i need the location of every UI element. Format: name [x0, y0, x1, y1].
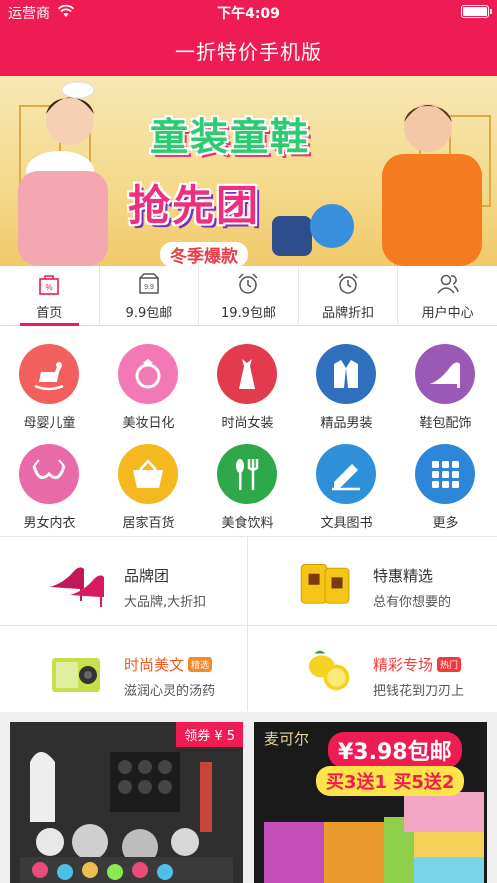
banner-illustration [18, 81, 491, 266]
tab-19-9-free-shipping[interactable]: 19.9包邮 [199, 266, 299, 326]
promo-title: 时尚美文 精选 [124, 654, 213, 675]
svg-text:9.9: 9.9 [144, 284, 154, 291]
category-mens-fashion[interactable]: 精品男装 [297, 330, 396, 431]
alarm-clock-icon [238, 273, 259, 294]
promo-tag: 精选 [188, 657, 213, 672]
category-icon-bg [415, 444, 475, 504]
svg-text:%: % [46, 283, 53, 292]
category-food-drinks[interactable]: 美食饮料 [198, 430, 297, 531]
category-underwear[interactable]: 男女内衣 [0, 430, 99, 531]
category-icon-bg [19, 344, 79, 404]
category-icon-bg [217, 444, 277, 504]
tab-label: 19.9包邮 [221, 306, 276, 321]
app-header: 运营商 下午4:09 一折特价手机版 [0, 0, 497, 76]
battery-icon [461, 5, 492, 18]
category-label: 更多 [432, 516, 459, 531]
suit-icon [334, 360, 358, 388]
category-shoes-bags[interactable]: 鞋包配饰 [396, 330, 495, 431]
lemon-image [308, 650, 350, 691]
pencil-icon [332, 464, 360, 491]
category-label: 美食饮料 [221, 516, 274, 531]
category-womens-fashion[interactable]: 时尚女装 [198, 330, 297, 431]
category-home-goods[interactable]: 居家百货 [99, 430, 198, 531]
tab-home[interactable]: % 首页 [0, 266, 100, 326]
category-icon-bg [415, 344, 475, 404]
promo-brand-group[interactable]: 品牌团 大品牌,大折扣 [0, 537, 248, 625]
brand-logo: 麦可尔 [264, 730, 310, 748]
category-stationery-books[interactable]: 文具图书 [297, 430, 396, 531]
page-title: 一折特价手机版 [175, 40, 322, 64]
category-icon-bg [118, 344, 178, 404]
category-icon-bg [217, 344, 277, 404]
promo-title-text: 时尚美文 [124, 656, 185, 674]
promo-title: 品牌团 [124, 567, 170, 585]
status-bar: 运营商 下午4:09 [0, 0, 497, 24]
rocking-horse-icon [34, 362, 64, 391]
category-label: 男女内衣 [23, 516, 76, 531]
promo-title: 特惠精选 [373, 567, 434, 585]
promo-subtitle: 把钱花到刀刃上 [373, 684, 465, 699]
promo-subtitle: 滋润心灵的汤药 [124, 684, 216, 699]
promo-title: 精彩专场 热门 [373, 654, 462, 675]
category-label: 时尚女装 [221, 416, 274, 431]
product-card[interactable]: 麦可尔 ¥3.98包邮 买3送1 买5送2 [254, 722, 487, 883]
tab-brand-discount[interactable]: 品牌折扣 [299, 266, 399, 326]
utensils-icon [236, 459, 259, 490]
category-label: 美妆日化 [122, 416, 175, 431]
promo-title-text: 精彩专场 [373, 656, 434, 674]
dress-icon [239, 359, 255, 389]
bag-icon: % [39, 275, 60, 295]
category-icon-bg [118, 444, 178, 504]
category-beauty[interactable]: 美妆日化 [99, 330, 198, 431]
tab-label: 用户中心 [421, 306, 474, 321]
grid-icon [432, 461, 459, 488]
bra-icon [32, 459, 66, 480]
promo-special-picks[interactable]: 特惠精选 总有你想要的 [249, 537, 497, 625]
promo-subtitle: 大品牌,大折扣 [124, 595, 207, 610]
promo-featured-sale[interactable]: 精彩专场 热门 把钱花到刀刃上 [249, 626, 497, 714]
deal-badge: 买3送1 买5送2 [316, 766, 465, 796]
tab-label: 首页 [36, 306, 63, 321]
category-icon-bg [316, 444, 376, 504]
tab-user-center[interactable]: 用户中心 [398, 266, 497, 326]
category-label: 鞋包配饰 [419, 416, 472, 431]
product-card[interactable]: 领券 ¥ 5 [10, 722, 243, 883]
camera-image [52, 658, 100, 692]
users-icon [437, 274, 459, 294]
category-label: 居家百货 [122, 516, 175, 531]
coupon-badge[interactable]: 领券 ¥ 5 [176, 722, 243, 747]
price-badge: ¥3.98包邮 [328, 732, 462, 768]
top-tab-bar: % 首页 9.9 9.9包邮 19.9包邮 品牌折扣 用户中心 [0, 266, 497, 326]
basket-icon [133, 459, 163, 488]
tab-label: 9.9包邮 [125, 306, 173, 321]
promo-banner[interactable]: 童装童鞋 抢先团 冬季爆款 [0, 76, 497, 266]
status-time: 下午4:09 [217, 6, 280, 22]
alarm-clock-icon [338, 273, 358, 294]
high-heels-image [50, 567, 104, 607]
category-label: 精品男装 [320, 416, 373, 431]
category-more[interactable]: 更多 [396, 430, 495, 531]
box-9-9-icon: 9.9 [139, 273, 159, 294]
high-heel-icon [430, 362, 460, 388]
category-mother-baby[interactable]: 母婴儿童 [0, 330, 99, 431]
tab-label: 品牌折扣 [322, 306, 375, 321]
suitcase-image [300, 564, 350, 604]
banner-headline: 童装童鞋 [150, 115, 311, 159]
category-icon-bg [19, 444, 79, 504]
promo-tag: 热门 [437, 657, 462, 672]
category-label: 母婴儿童 [23, 416, 76, 431]
category-grid: 母婴儿童 美妆日化 时尚女装 精品男装 鞋包配饰 男女内衣 居家百货 美食饮料 … [0, 330, 497, 535]
promo-subtitle: 总有你想要的 [373, 595, 452, 610]
banner-subheadline: 抢先团 [128, 181, 261, 230]
tab-9-9-free-shipping[interactable]: 9.9 9.9包邮 [100, 266, 200, 326]
ring-icon [135, 359, 161, 389]
category-icon-bg [316, 344, 376, 404]
banner-tagline: 冬季爆款 [160, 242, 248, 266]
promo-fashion-articles[interactable]: 时尚美文 精选 滋润心灵的汤药 [0, 626, 248, 714]
category-label: 文具图书 [320, 516, 373, 531]
